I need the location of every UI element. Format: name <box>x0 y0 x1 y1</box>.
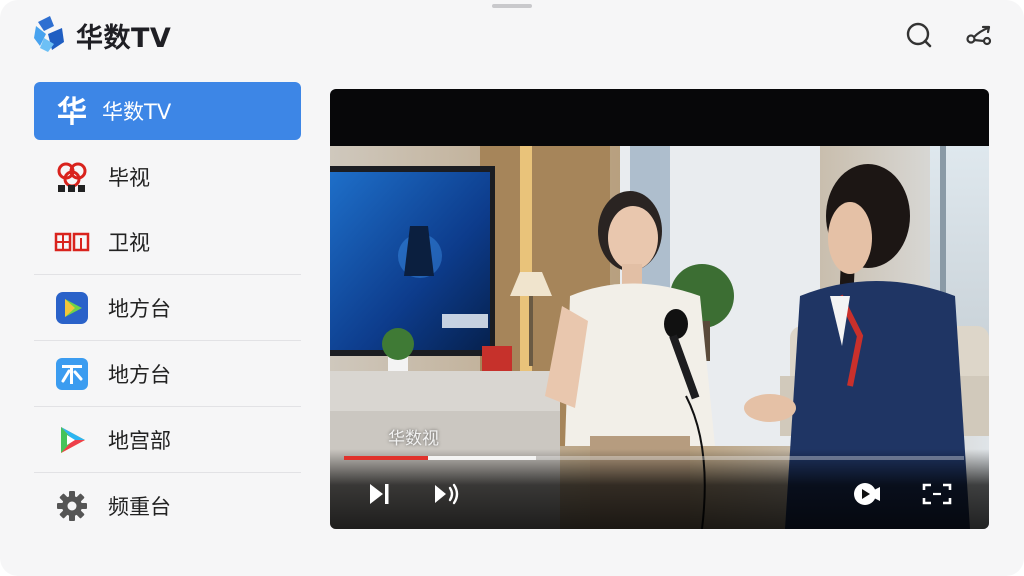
play-icon <box>54 290 90 326</box>
record-icon <box>852 481 882 511</box>
record-button[interactable] <box>852 481 882 511</box>
share-icon[interactable] <box>964 20 994 50</box>
volume-icon <box>432 481 462 511</box>
local-tv-icon <box>54 356 90 392</box>
sidebar-item-satellite-tv[interactable]: 卫视 <box>34 209 301 275</box>
channel-sidebar: 华 华数TV 毕视 卫视 地方台 地方台 地宫部 频重台 <box>34 82 301 538</box>
sidebar-item-cctv[interactable]: 毕视 <box>34 144 301 209</box>
video-player[interactable]: 华数视 <box>330 89 989 529</box>
next-button[interactable] <box>364 481 394 511</box>
satellite-tv-logo-icon <box>54 224 90 260</box>
sidebar-item-label: 地方台 <box>108 296 171 321</box>
fullscreen-icon <box>922 482 952 510</box>
app-logo-icon <box>32 14 68 54</box>
app-title: 华数TV <box>76 23 172 54</box>
cctv-logo-icon <box>54 159 90 195</box>
played-bar <box>344 456 428 460</box>
drag-handle[interactable] <box>492 4 532 8</box>
huashu-icon: 华 <box>54 93 90 129</box>
sidebar-item-label: 华数TV <box>102 100 172 124</box>
sidebar-item-label: 频重台 <box>108 494 171 519</box>
sidebar-item-huashu-tv[interactable]: 华 华数TV <box>34 82 301 140</box>
app-window: 华数TV 华 华数TV 毕视 卫视 地方台 地方台 地宫部 频重台 华数视 <box>0 0 1024 576</box>
search-icon[interactable] <box>904 20 934 50</box>
progress-bar[interactable] <box>344 456 964 460</box>
gear-icon <box>54 488 90 524</box>
video-app-icon <box>54 422 90 458</box>
sidebar-item-label: 毕视 <box>108 165 150 190</box>
sidebar-item-label: 地宫部 <box>108 428 171 453</box>
controls-overlay <box>330 449 989 529</box>
svg-text:华: 华 <box>57 95 87 128</box>
sidebar-item-palace[interactable]: 地宫部 <box>34 407 301 473</box>
channel-watermark: 华数视 <box>388 429 439 449</box>
sidebar-item-local-tv-2[interactable]: 地方台 <box>34 341 301 407</box>
sidebar-item-label: 卫视 <box>108 230 150 255</box>
sidebar-item-label: 地方台 <box>108 362 171 387</box>
sidebar-item-local-tv-1[interactable]: 地方台 <box>34 275 301 341</box>
sidebar-item-settings[interactable]: 频重台 <box>34 473 301 538</box>
fullscreen-button[interactable] <box>922 481 952 511</box>
volume-button[interactable] <box>432 481 462 511</box>
next-icon <box>366 481 392 511</box>
